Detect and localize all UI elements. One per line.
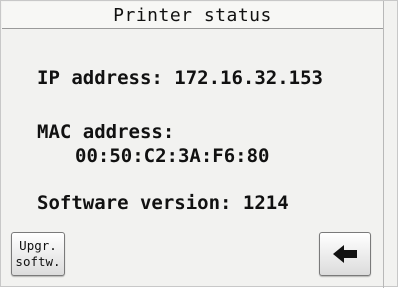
upgrade-button-label-line1: Upgr. (19, 238, 57, 253)
page-title: Printer status (2, 2, 383, 29)
printer-status-screen: Printer status IP address: 172.16.32.153… (0, 0, 398, 288)
mac-address-label: MAC address: (37, 121, 175, 143)
left-arrow-icon (333, 245, 357, 263)
screen-edge-divider (383, 1, 384, 288)
mac-address-value: 00:50:C2:3A:F6:80 (75, 145, 270, 167)
software-version-text: Software version: 1214 (37, 192, 289, 214)
upgrade-software-button[interactable]: Upgr. softw. (11, 232, 65, 276)
back-button[interactable] (319, 232, 371, 276)
upgrade-button-label-line2: softw. (15, 254, 61, 269)
ip-address-text: IP address: 172.16.32.153 (37, 67, 323, 89)
